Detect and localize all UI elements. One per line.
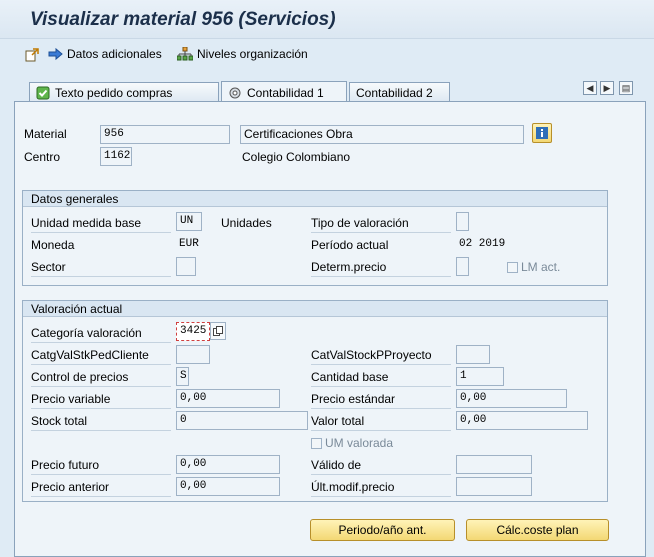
underline (311, 496, 451, 497)
window-title: Visualizar material 956 (Servicios) (30, 9, 336, 30)
underline (31, 364, 171, 365)
future-price-label: Precio futuro (31, 458, 100, 472)
moving-price-label: Precio variable (31, 392, 111, 406)
group-title: Datos generales (23, 191, 607, 207)
center-field[interactable]: 1162 (100, 147, 132, 166)
price-unit-label: Cantidad base (311, 370, 389, 384)
checkbox-box[interactable] (311, 437, 322, 449)
current-period-value: 02 2019 (459, 238, 506, 250)
underline (31, 430, 171, 431)
vc-project-stock-field[interactable] (456, 345, 490, 364)
checkbox-box[interactable] (507, 261, 518, 273)
total-stock-label: Stock total (31, 414, 88, 428)
last-price-change-label: Últ.modif.precio (311, 480, 395, 494)
underline (311, 386, 451, 387)
price-control-label: Control de precios (31, 370, 129, 384)
valid-from-label: Válido de (311, 458, 362, 472)
previous-period-button[interactable]: Periodo/año ant. (310, 519, 455, 541)
additional-data-label: Datos adicionales (67, 47, 162, 61)
price-unit-field[interactable]: 1 (456, 367, 504, 386)
cost-estimate-button[interactable]: Cálc.coste plan (466, 519, 609, 541)
tab-label: Contabilidad 1 (247, 85, 324, 100)
sector-label: Sector (31, 260, 66, 274)
lm-act-label: LM act. (521, 260, 561, 274)
material-description-field[interactable]: Certificaciones Obra (240, 125, 524, 144)
material-field[interactable]: 956 (100, 125, 230, 144)
group-title: Valoración actual (23, 301, 607, 317)
standard-price-label: Precio estándar (311, 392, 396, 406)
price-determination-label: Determ.precio (311, 260, 387, 274)
underline (311, 408, 451, 409)
scroll-tabs-right-icon[interactable]: ▶ (600, 81, 614, 95)
um-valued-checkbox[interactable]: UM valorada (311, 436, 393, 450)
previous-price-label: Precio anterior (31, 480, 110, 494)
arrow-right-icon (48, 47, 63, 61)
underline (311, 276, 451, 277)
tab-contabilidad-2[interactable]: Contabilidad 2 (349, 82, 450, 102)
valuation-type-field[interactable] (456, 212, 469, 231)
tab-label: Texto pedido compras (55, 85, 173, 100)
base-unit-label: Unidad medida base (31, 216, 142, 230)
total-value-field[interactable]: 0,00 (456, 411, 588, 430)
base-unit-text: Unidades (221, 216, 272, 230)
future-price-field[interactable]: 0,00 (176, 455, 280, 474)
total-value-label: Valor total (311, 414, 365, 428)
material-label: Material (24, 127, 67, 141)
standard-price-field[interactable]: 0,00 (456, 389, 567, 408)
base-unit-field[interactable]: UN (176, 212, 202, 231)
search-help-button[interactable] (210, 322, 226, 340)
additional-data-button[interactable]: Datos adicionales (48, 47, 162, 61)
vc-project-stock-label: CatValStockPProyecto (311, 348, 432, 362)
valuation-type-label: Tipo de valoración (311, 216, 409, 230)
gear-icon (229, 87, 241, 98)
underline (31, 474, 171, 475)
um-valued-label: UM valorada (325, 436, 394, 450)
price-determination-field[interactable] (456, 257, 469, 276)
underline (311, 232, 451, 233)
vc-sales-stock-label: CatgValStkPedCliente (31, 348, 149, 362)
valuation-class-field[interactable]: 3425 (176, 322, 210, 341)
title-bar: Visualizar material 956 (Servicios) (0, 0, 654, 38)
application-toolbar: Datos adicionales Niveles organización (0, 38, 654, 73)
underline (311, 474, 451, 475)
info-button[interactable] (532, 123, 552, 143)
tab-texto-pedido-compras[interactable]: Texto pedido compras (29, 82, 219, 102)
underline (31, 408, 171, 409)
org-levels-button[interactable]: Niveles organización (177, 47, 308, 61)
value-help-icon (213, 326, 223, 336)
moving-price-field[interactable]: 0,00 (176, 389, 280, 408)
other-material-icon[interactable] (24, 47, 40, 66)
tab-list-icon[interactable]: ▤ (619, 81, 633, 95)
check-icon (36, 86, 50, 99)
underline (31, 386, 171, 387)
scroll-tabs-left-icon[interactable]: ◀ (583, 81, 597, 95)
underline (31, 232, 171, 233)
info-icon (536, 127, 548, 139)
tab-contabilidad-1[interactable]: Contabilidad 1 (221, 81, 347, 103)
currency-label: Moneda (31, 238, 75, 252)
lm-act-checkbox[interactable]: LM act. (507, 260, 560, 274)
valuation-class-label: Categoría valoración (31, 326, 142, 340)
underline (31, 342, 171, 343)
underline (31, 276, 171, 277)
underline (31, 496, 171, 497)
vc-sales-stock-field[interactable] (176, 345, 210, 364)
center-description: Colegio Colombiano (242, 150, 351, 164)
valid-from-field[interactable] (456, 455, 532, 474)
total-stock-field[interactable]: 0 (176, 411, 308, 430)
currency-value: EUR (179, 238, 199, 250)
current-period-label: Período actual (311, 238, 389, 252)
tab-label: Contabilidad 2 (356, 85, 433, 100)
last-price-change-field[interactable] (456, 477, 532, 496)
price-control-field[interactable]: S (176, 367, 189, 386)
underline (311, 430, 451, 431)
previous-price-field[interactable]: 0,00 (176, 477, 280, 496)
underline (311, 364, 451, 365)
sector-field[interactable] (176, 257, 196, 276)
org-levels-label: Niveles organización (197, 47, 308, 61)
hierarchy-icon (177, 47, 193, 61)
center-label: Centro (24, 150, 61, 164)
